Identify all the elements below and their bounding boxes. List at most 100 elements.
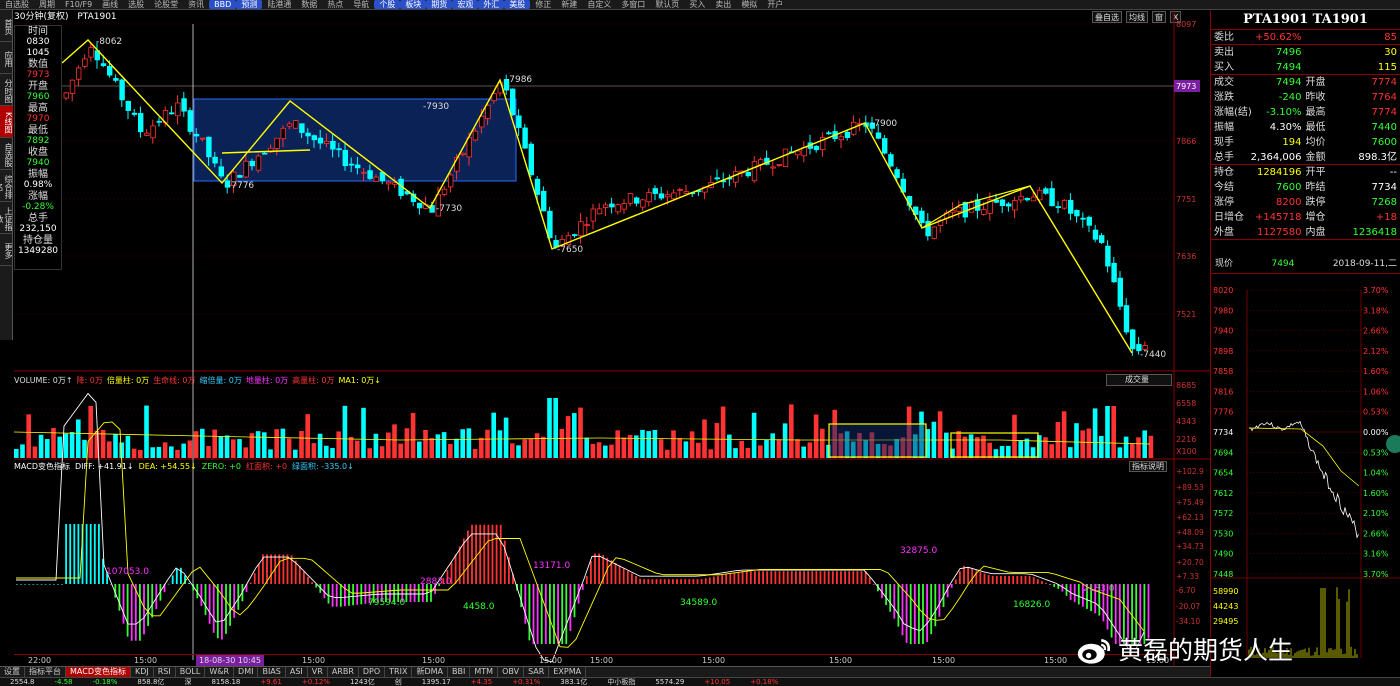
macd-bar xyxy=(815,571,818,584)
kline-chart[interactable]: 809778667751763675217973-8062-7776-7930-… xyxy=(0,0,1400,686)
macd-bar xyxy=(389,584,391,602)
quote-label: 涨跌 xyxy=(1214,92,1234,103)
indicator-tab[interactable]: SAR xyxy=(524,667,550,677)
volume-bar xyxy=(683,441,689,458)
toolbar-item[interactable]: 论股堂 xyxy=(149,0,183,9)
macd-bar xyxy=(323,584,326,599)
macd-bar xyxy=(700,579,703,584)
volume-bar xyxy=(262,432,267,458)
volume-bars xyxy=(14,398,1154,458)
macd-axis-label: -20.07 xyxy=(1176,602,1200,611)
volume-bar xyxy=(572,413,577,458)
toolbar-item[interactable]: 预测 xyxy=(236,0,263,9)
toolbar-item[interactable]: 资讯 xyxy=(183,0,209,9)
indicator-tab[interactable]: OBV xyxy=(498,667,525,677)
chart-window-button[interactable]: 叠自选 xyxy=(1092,11,1122,23)
toolbar-item[interactable]: 自选股 xyxy=(0,0,34,9)
quote-row: 总手 2,364,006 金额 898.3亿 xyxy=(1211,150,1400,165)
macd-header: MACD变色指标 DIFF: +41.91↓ DEA: +54.55↓ ZERO: +… xyxy=(14,461,359,473)
candle-body xyxy=(478,115,485,128)
quote-cell: 持仓 1284196 xyxy=(1214,165,1306,180)
macd-bar xyxy=(655,579,658,584)
toolbar-item[interactable]: 宏观 xyxy=(452,0,479,9)
indicator-help-button[interactable]: 指标说明 xyxy=(1129,461,1167,472)
quote-label: 涨幅(结) xyxy=(1214,107,1252,118)
side-tab-item[interactable]: 上证指数 xyxy=(0,202,13,234)
indicator-tab[interactable]: DPO xyxy=(359,667,386,677)
macd-bar xyxy=(737,571,740,584)
indicator-tab[interactable]: 新DMA xyxy=(412,667,449,677)
side-tab-item[interactable]: 综合排名 xyxy=(0,170,13,202)
candle-body xyxy=(795,150,801,156)
toolbar-item[interactable]: 买入 xyxy=(684,0,710,9)
toolbar-item[interactable]: F10/F9 xyxy=(60,0,97,9)
indicator-tab[interactable]: W&R xyxy=(205,667,235,677)
quote-label: 最低 xyxy=(1305,122,1326,133)
candle-body xyxy=(987,199,993,214)
toolbar-item[interactable]: 个股 xyxy=(374,0,401,9)
chart-window-button[interactable]: 均线 xyxy=(1126,11,1148,23)
chart-period[interactable]: 30分钟(复权) xyxy=(14,12,68,22)
candle-body xyxy=(919,210,925,224)
side-tab-item[interactable]: 应用 xyxy=(0,42,13,74)
macd-bar xyxy=(844,571,846,584)
indicator-tab[interactable]: DMI xyxy=(234,667,259,677)
indicator-tab[interactable]: 设置 xyxy=(0,667,25,677)
volume-indicator-select[interactable]: 成交量 xyxy=(1106,374,1172,386)
toolbar-item[interactable]: 期货 xyxy=(426,0,453,9)
toolbar-item[interactable]: 画线 xyxy=(97,0,123,9)
toolbar-item[interactable]: 自定义 xyxy=(582,0,616,9)
toolbar-item[interactable]: 默认页 xyxy=(650,0,684,9)
toolbar-item[interactable]: 导航 xyxy=(348,0,374,9)
indicator-tab[interactable]: VR xyxy=(308,667,328,677)
toolbar-item[interactable]: 数据 xyxy=(296,0,322,9)
toolbar-item[interactable]: 热点 xyxy=(322,0,348,9)
toolbar-item[interactable]: 周期 xyxy=(34,0,60,9)
side-tab-item[interactable]: 自选股 xyxy=(0,138,13,170)
indicator-tab[interactable]: MACD变色指标 xyxy=(66,667,131,677)
volume-bar xyxy=(1061,411,1067,458)
candle-body xyxy=(882,138,888,154)
toolbar-item[interactable]: 外汇 xyxy=(478,0,505,9)
toolbar-item[interactable]: 多窗口 xyxy=(616,0,650,9)
indicator-tab[interactable]: RSI xyxy=(154,667,176,677)
quote-label: 今结 xyxy=(1214,182,1234,193)
toolbar-item[interactable]: 选股 xyxy=(123,0,149,9)
current-price-value: 7494 xyxy=(1271,259,1295,269)
toolbar-item[interactable]: 陆港通 xyxy=(262,0,296,9)
weibo-logo-icon xyxy=(1077,638,1111,664)
chart-window-button[interactable]: X xyxy=(1170,11,1182,23)
toolbar-item[interactable]: 卖出 xyxy=(710,0,736,9)
toolbar-item[interactable]: BBD xyxy=(209,0,237,9)
toolbar-item[interactable]: 板块 xyxy=(400,0,427,9)
quote-row: 涨停 8200 跌停 7268 xyxy=(1211,195,1400,210)
intraday-mini-chart[interactable]: 8020 7980 7940 7898 7858 7816 7776 7734 7694 7654… xyxy=(1211,286,1400,666)
indicator-tab[interactable]: BOLL xyxy=(176,667,206,677)
toolbar-item[interactable]: 新建 xyxy=(556,0,582,9)
chart-window-button[interactable]: 窗 xyxy=(1152,11,1166,23)
side-tab-item[interactable]: K线图 xyxy=(0,106,13,138)
toolbar-item[interactable]: 修正 xyxy=(530,0,556,9)
toolbar-item[interactable]: 模拟 xyxy=(736,0,762,9)
candle-body xyxy=(671,192,677,200)
indicator-tab[interactable]: BIAS xyxy=(258,667,286,677)
toolbar-item[interactable]: 美股 xyxy=(504,0,531,9)
indicator-tab[interactable]: 指标平台 xyxy=(25,667,66,677)
indicator-tab[interactable]: KDJ xyxy=(131,667,154,677)
status-item: 1243亿 xyxy=(349,678,375,686)
indicator-tab[interactable]: ASI xyxy=(286,667,308,677)
indicator-tab[interactable]: BBI xyxy=(448,667,471,677)
indicator-tab[interactable]: EXPMA xyxy=(549,667,587,677)
side-tab-item[interactable]: 更多 xyxy=(0,234,13,266)
macd-bar xyxy=(171,575,174,584)
indicator-tab[interactable]: ARBR xyxy=(328,667,359,677)
macd-bar xyxy=(708,577,711,584)
indicator-tab[interactable]: TRIX xyxy=(385,667,413,677)
volume-axis-label: 2216 xyxy=(1176,435,1196,444)
macd-bar xyxy=(118,584,121,611)
side-tab-item[interactable]: 分时图 xyxy=(0,74,13,106)
indicator-tab[interactable]: MTM xyxy=(470,667,499,677)
side-tab-item[interactable]: 首页 xyxy=(0,10,13,42)
candle-body xyxy=(435,194,441,217)
toolbar-item[interactable]: 开户 xyxy=(762,0,788,9)
